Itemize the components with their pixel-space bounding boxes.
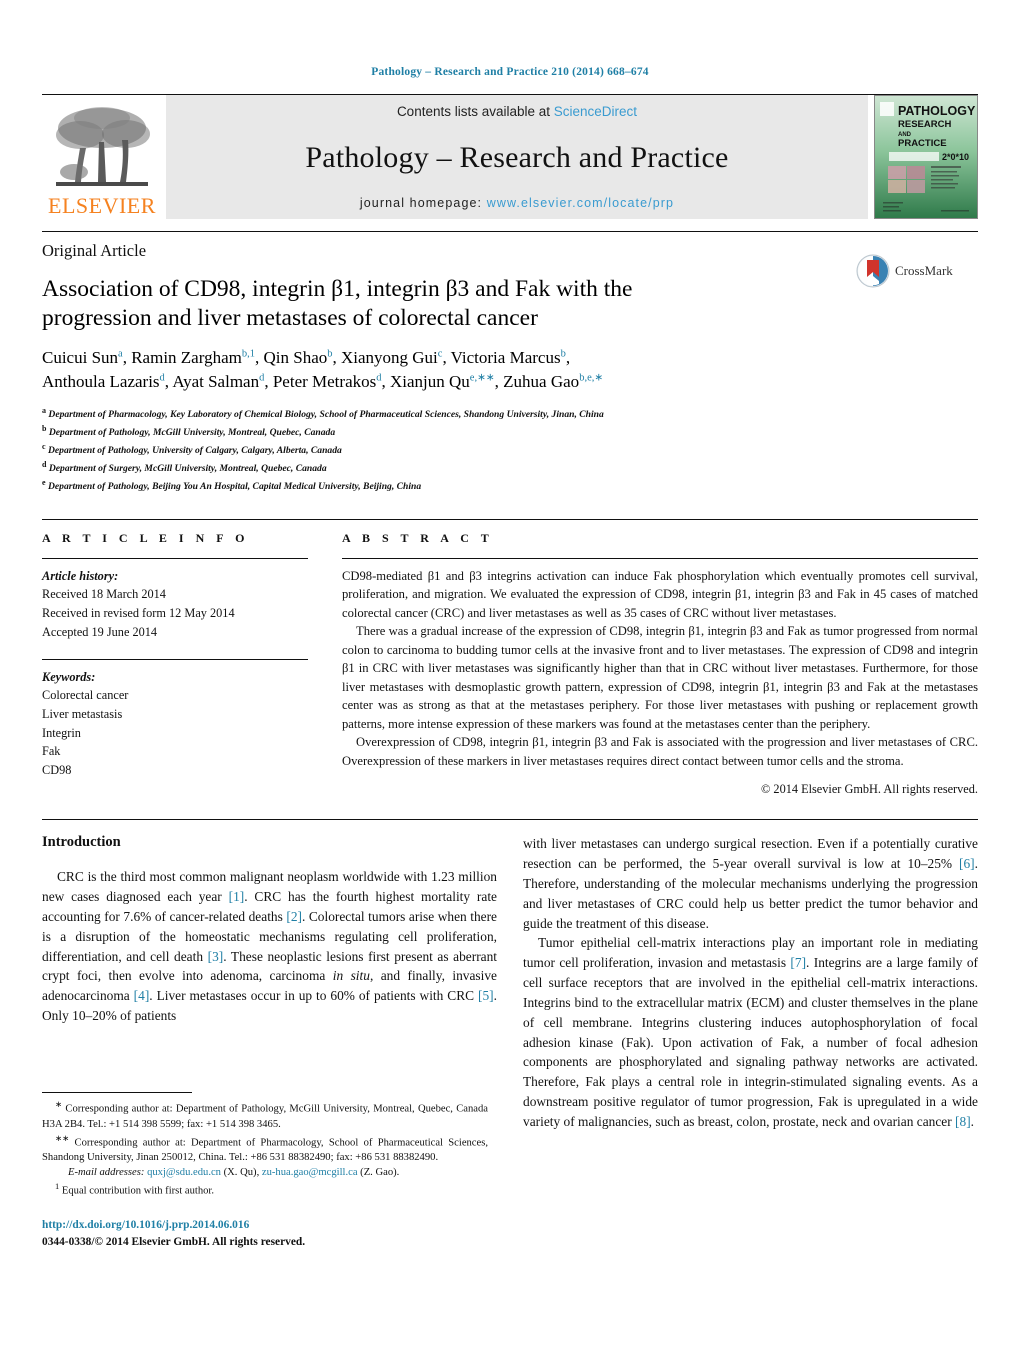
doi-link[interactable]: http://dx.doi.org/10.1016/j.prp.2014.06.…	[42, 1217, 488, 1234]
abstract-copyright: © 2014 Elsevier GmbH. All rights reserve…	[761, 782, 978, 797]
svg-text:PRACTICE: PRACTICE	[898, 138, 947, 149]
affiliation-item: e Department of Pathology, Beijing You A…	[42, 477, 422, 492]
keyword-item: Fak	[42, 744, 61, 759]
info-abstract-region: A R T I C L E I N F O Article history: R…	[42, 518, 978, 798]
journal-band: Contents lists available at ScienceDirec…	[166, 95, 868, 219]
corresponding-author-note-1: ∗ Corresponding author at: Department of…	[42, 1099, 488, 1130]
cover-artwork: PATHOLOGY RESEARCH AND PRACTICE 2*0*10	[875, 96, 977, 218]
corresponding-author-note-2: ∗∗ Corresponding author at: Department o…	[42, 1132, 488, 1164]
affiliation-item: b Department of Pathology, McGill Univer…	[42, 423, 336, 438]
article-header: Original Article CrossMark Association o…	[42, 231, 978, 495]
journal-cover-thumbnail: PATHOLOGY RESEARCH AND PRACTICE 2*0*10	[874, 95, 978, 219]
body-column-right: with liver metastases can undergo surgic…	[523, 834, 978, 1131]
abstract-paragraph: CD98-mediated β1 and β3 integrins activa…	[342, 568, 978, 620]
author-list: Cuicui Suna, Ramin Zarghamb,1, Qin Shaob…	[42, 346, 802, 394]
abstract-heading: A B S T R A C T	[342, 530, 494, 545]
divider	[342, 557, 978, 559]
elsevier-logo: ELSEVIER	[42, 95, 162, 219]
keywords-block: Keywords: Colorectal cancer Liver metast…	[42, 668, 308, 780]
body-paragraph: CRC is the third most common malignant n…	[42, 869, 498, 1024]
author-line-1: Cuicui Suna, Ramin Zarghamb,1, Qin Shaob…	[42, 348, 571, 368]
equal-contribution-note: 1 Equal contribution with first author.	[55, 1181, 215, 1197]
affiliation-item: a Department of Pharmacology, Key Labora…	[42, 405, 604, 420]
article-info-heading: A R T I C L E I N F O	[42, 530, 249, 545]
keywords-label: Keywords:	[42, 669, 96, 684]
article-info-column: A R T I C L E I N F O Article history: R…	[42, 531, 308, 798]
article-title: Association of CD98, integrin β1, integr…	[42, 276, 633, 331]
svg-text:RESEARCH: RESEARCH	[898, 119, 951, 130]
crossmark-badge[interactable]: CrossMark	[856, 254, 976, 288]
history-item: Received in revised form 12 May 2014	[42, 606, 235, 621]
author-line-2: Anthoula Lazarisd, Ayat Salmand, Peter M…	[42, 372, 604, 392]
divider	[42, 658, 308, 660]
running-head: Pathology – Research and Practice 210 (2…	[371, 66, 649, 78]
keyword-item: CD98	[42, 762, 72, 777]
journal-masthead: ELSEVIER Contents lists available at Sci…	[42, 94, 978, 219]
affiliation-item: c Department of Pathology, University of…	[42, 441, 342, 456]
keyword-item: Integrin	[42, 725, 81, 740]
crossmark-label: CrossMark	[895, 263, 953, 278]
body-region: Introduction CRC is the third most commo…	[42, 819, 978, 1131]
keyword-item: Colorectal cancer	[42, 688, 129, 703]
crossmark-icon	[856, 254, 890, 288]
journal-homepage-link[interactable]: www.elsevier.com/locate/prp	[487, 196, 674, 210]
body-paragraph: Tumor epithelial cell-matrix interaction…	[523, 935, 978, 1129]
body-column-left: Introduction CRC is the third most commo…	[42, 834, 497, 1131]
abstract-paragraph: Overexpression of CD98, integrin β1, int…	[342, 735, 978, 768]
body-paragraph: with liver metastases can undergo surgic…	[523, 836, 978, 931]
email-addresses-note: E-mail addresses: quxj@sdu.edu.cn (X. Qu…	[68, 1167, 400, 1179]
homepage-prefix: journal homepage:	[359, 196, 487, 210]
keyword-item: Liver metastasis	[42, 706, 123, 721]
abstract-paragraph: There was a gradual increase of the expr…	[342, 624, 978, 731]
elsevier-wordmark: ELSEVIER	[48, 193, 156, 218]
section-heading-introduction: Introduction	[42, 834, 121, 851]
footnote-divider	[42, 1092, 192, 1093]
article-page: Pathology – Research and Practice 210 (2…	[0, 0, 1020, 1351]
affiliations: a Department of Pharmacology, Key Labora…	[42, 405, 978, 495]
journal-homepage-line: journal homepage: www.elsevier.com/locat…	[360, 196, 674, 210]
issn-copyright-line: 0344-0338/© 2014 Elsevier GmbH. All righ…	[42, 1235, 306, 1248]
abstract-body: CD98-mediated β1 and β3 integrins activa…	[342, 567, 978, 771]
contents-prefix: Contents lists available at	[396, 104, 554, 119]
article-history-label: Article history:	[42, 568, 119, 583]
history-item: Accepted 19 June 2014	[42, 624, 158, 639]
doi-block: http://dx.doi.org/10.1016/j.prp.2014.06.…	[42, 1217, 488, 1251]
footnote-region: ∗ Corresponding author at: Department of…	[42, 1092, 488, 1251]
abstract-column: A B S T R A C T CD98-mediated β1 and β3 …	[342, 531, 978, 798]
journal-title: Pathology – Research and Practice	[305, 140, 729, 174]
contents-available-line: Contents lists available at ScienceDirec…	[397, 104, 637, 119]
svg-text:2*0*10: 2*0*10	[942, 152, 969, 162]
elsevier-tree-icon	[56, 107, 150, 186]
divider	[42, 557, 308, 559]
history-item: Received 18 March 2014	[42, 587, 166, 602]
affiliation-item: d Department of Surgery, McGill Universi…	[42, 459, 327, 474]
sciencedirect-link[interactable]: ScienceDirect	[554, 104, 637, 119]
article-history: Article history: Received 18 March 2014 …	[42, 567, 308, 642]
article-type: Original Article	[42, 241, 147, 260]
svg-text:PATHOLOGY: PATHOLOGY	[898, 104, 976, 118]
